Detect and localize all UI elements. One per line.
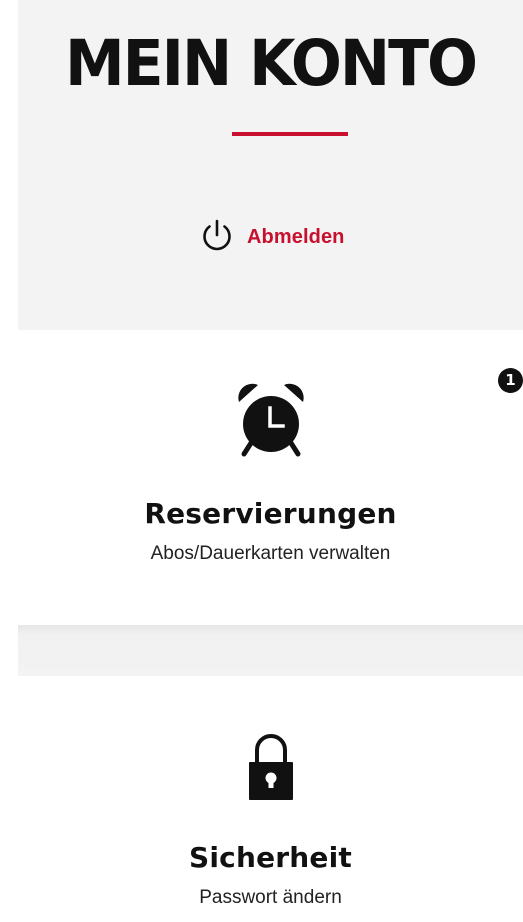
account-header: MEIN KONTO Abmelden (18, 0, 523, 330)
section-divider (18, 625, 523, 676)
security-card[interactable]: Sicherheit Passwort ändern (18, 676, 523, 922)
page-title: MEIN KONTO (64, 27, 478, 101)
reservations-card[interactable]: 1 Reservierungen Abos/Dauerkarten verwal… (18, 330, 523, 625)
title-underline (232, 132, 348, 136)
lock-icon (248, 734, 293, 800)
card-subtitle: Passwort ändern (199, 887, 342, 908)
card-title: Reservierungen (144, 497, 397, 530)
card-subtitle: Abos/Dauerkarten verwalten (150, 543, 391, 564)
logout-label: Abmelden (247, 225, 345, 248)
logout-button[interactable]: Abmelden (200, 214, 344, 260)
notification-badge: 1 (498, 368, 523, 393)
power-icon (203, 219, 231, 251)
card-title: Sicherheit (189, 841, 352, 874)
alarm-clock-icon (237, 383, 304, 457)
